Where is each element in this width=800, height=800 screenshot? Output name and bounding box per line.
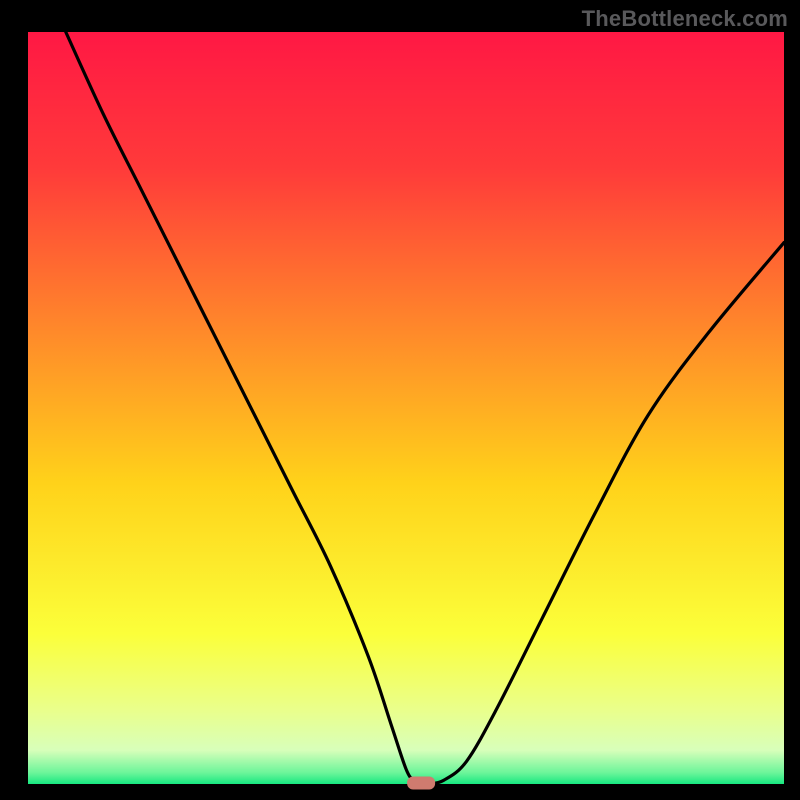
optimal-point-marker	[407, 777, 435, 790]
watermark-text: TheBottleneck.com	[582, 6, 788, 32]
bottleneck-chart	[0, 0, 800, 800]
chart-frame: { "watermark": "TheBottleneck.com", "cha…	[0, 0, 800, 800]
plot-background	[28, 32, 784, 784]
